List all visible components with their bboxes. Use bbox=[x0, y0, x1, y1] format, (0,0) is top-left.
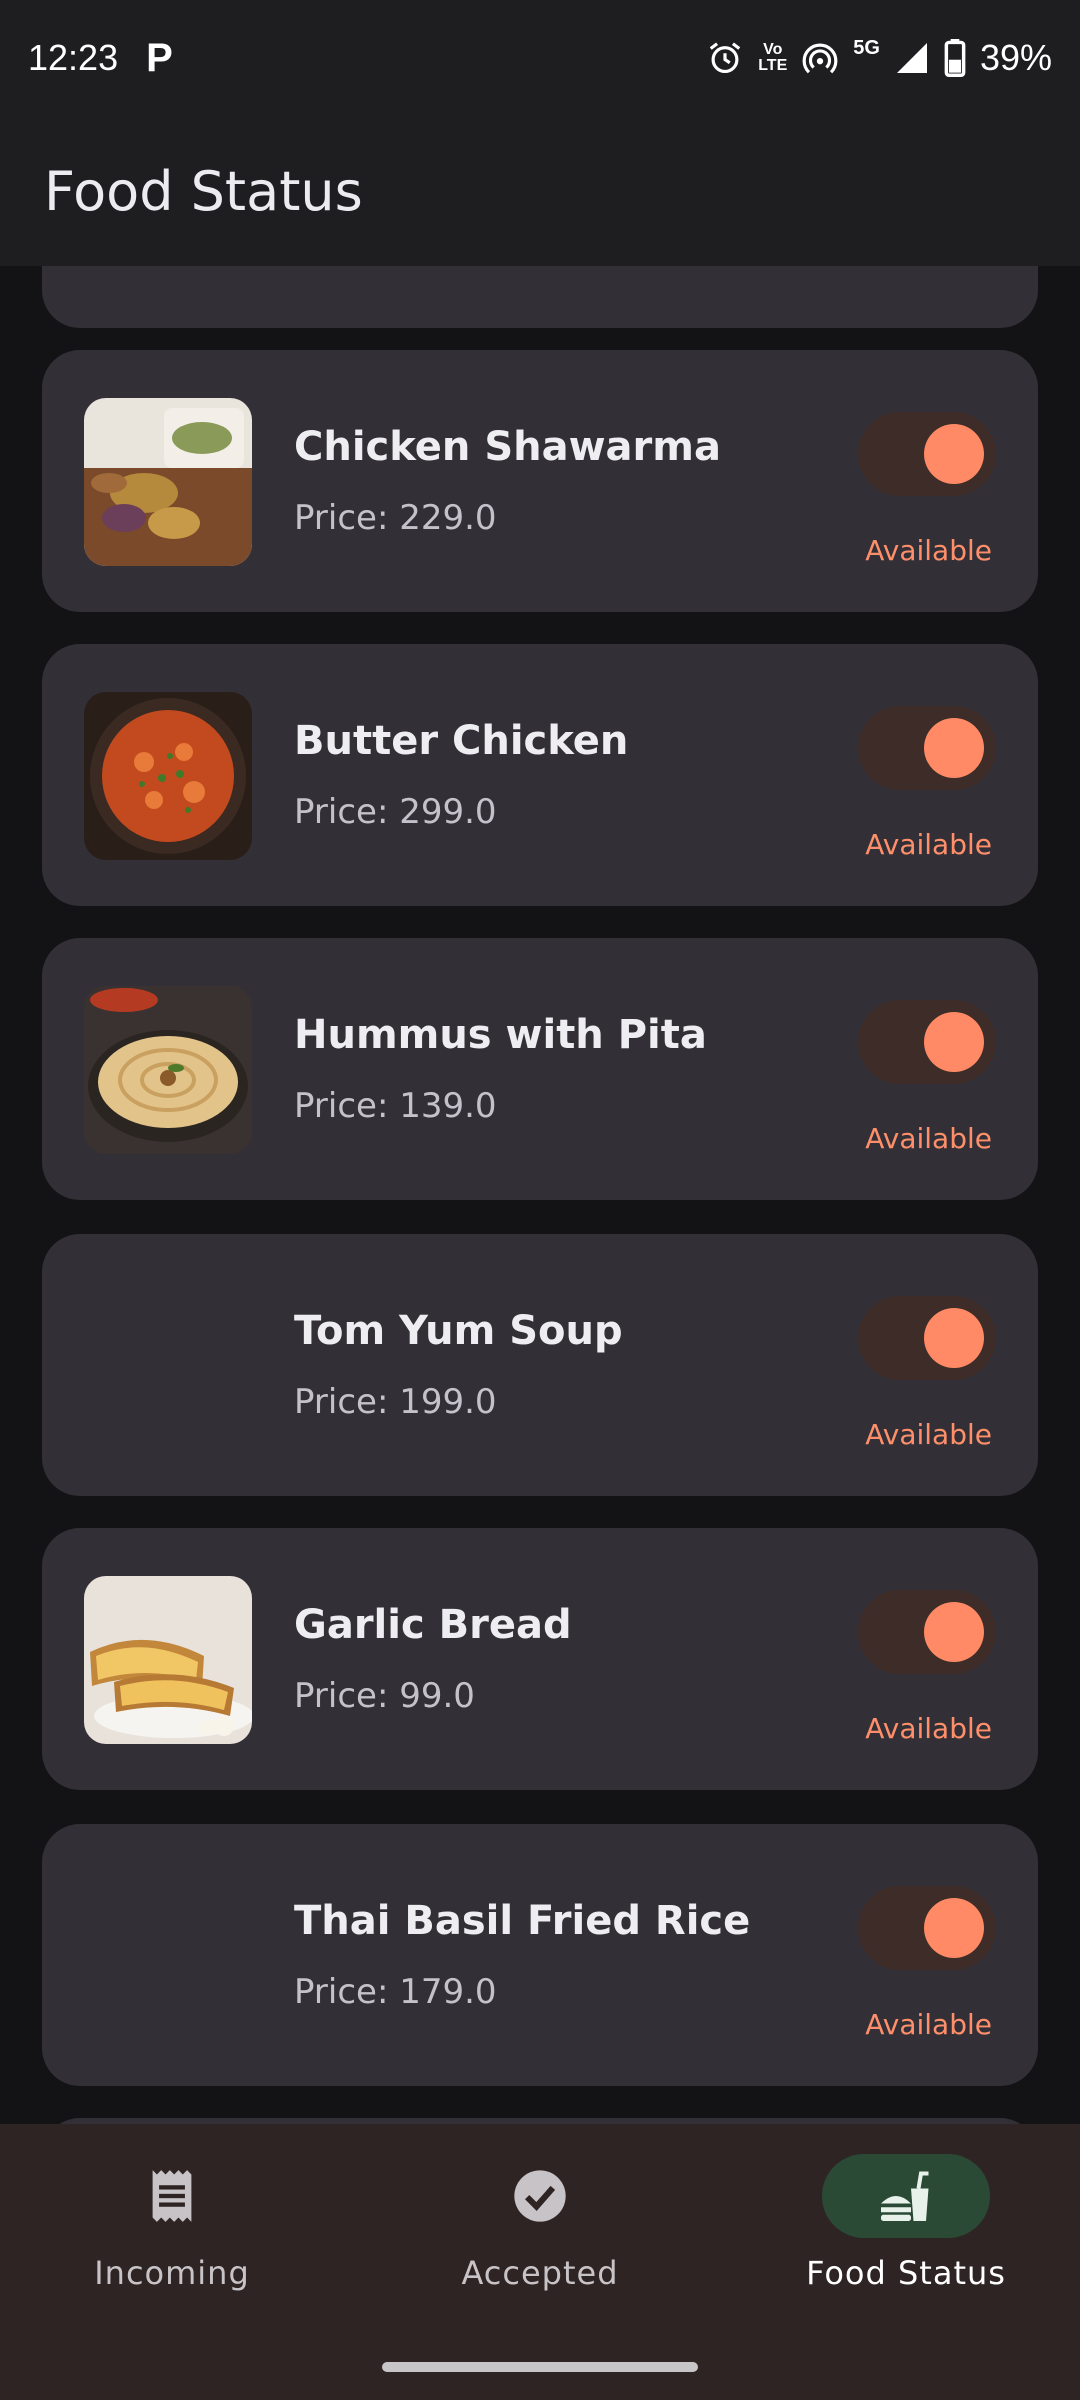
food-price: Price: 179.0 bbox=[294, 1972, 497, 2012]
food-name: Hummus with Pita bbox=[294, 1012, 707, 1058]
toggle-knob bbox=[924, 1308, 984, 1368]
availability-toggle[interactable] bbox=[858, 706, 996, 790]
status-bar: 12:23 P Vo LTE 5G 39% bbox=[0, 0, 1080, 116]
availability-toggle[interactable] bbox=[858, 1886, 996, 1970]
food-price: Price: 139.0 bbox=[294, 1086, 497, 1126]
food-card[interactable]: Tom Yum Soup Price: 199.0 Available bbox=[42, 1234, 1038, 1496]
nav-item-food-status[interactable]: Food Status bbox=[756, 2154, 1056, 2292]
parking-notification-icon: P bbox=[146, 35, 173, 80]
food-card[interactable]: Hummus with Pita Price: 139.0 Available bbox=[42, 938, 1038, 1200]
toggle-knob bbox=[924, 718, 984, 778]
food-price: Price: 99.0 bbox=[294, 1676, 475, 1716]
food-name: Tom Yum Soup bbox=[294, 1308, 623, 1354]
nav-label: Accepted bbox=[461, 2254, 619, 2292]
food-image-shawarma bbox=[84, 398, 252, 566]
availability-status: Available bbox=[865, 1418, 992, 1451]
nav-label: Incoming bbox=[94, 2254, 250, 2292]
hotspot-icon bbox=[801, 39, 839, 77]
availability-toggle[interactable] bbox=[858, 1590, 996, 1674]
nav-label: Food Status bbox=[806, 2254, 1006, 2292]
food-card-partial[interactable] bbox=[42, 266, 1038, 328]
volte-icon: Vo LTE bbox=[758, 41, 788, 74]
availability-toggle[interactable] bbox=[858, 412, 996, 496]
toggle-knob bbox=[924, 424, 984, 484]
availability-status: Available bbox=[865, 534, 992, 567]
check-circle-icon bbox=[456, 2154, 624, 2238]
page-title: Food Status bbox=[44, 159, 363, 223]
status-time: 12:23 bbox=[28, 37, 119, 78]
signal-icon bbox=[894, 40, 930, 76]
food-price: Price: 229.0 bbox=[294, 498, 497, 538]
bottom-navigation: Incoming Accepted Food Status bbox=[0, 2124, 1080, 2400]
food-name: Garlic Bread bbox=[294, 1602, 572, 1648]
nav-item-accepted[interactable]: Accepted bbox=[390, 2154, 690, 2292]
food-card[interactable]: Thai Basil Fried Rice Price: 179.0 Avail… bbox=[42, 1824, 1038, 2086]
receipt-icon bbox=[88, 2154, 256, 2238]
nav-item-incoming[interactable]: Incoming bbox=[22, 2154, 322, 2292]
food-card[interactable]: Garlic Bread Price: 99.0 Available bbox=[42, 1528, 1038, 1790]
battery-percent: 39% bbox=[979, 37, 1052, 78]
food-name: Thai Basil Fried Rice bbox=[294, 1898, 751, 1944]
food-card[interactable]: Chicken Shawarma Price: 229.0 Available bbox=[42, 350, 1038, 612]
home-indicator[interactable] bbox=[382, 2362, 698, 2372]
food-image-butter-chicken bbox=[84, 692, 252, 860]
food-price: Price: 299.0 bbox=[294, 792, 497, 832]
food-price: Price: 199.0 bbox=[294, 1382, 497, 1422]
availability-toggle[interactable] bbox=[858, 1296, 996, 1380]
food-card[interactable]: Butter Chicken Price: 299.0 Available bbox=[42, 644, 1038, 906]
app-bar: Food Status bbox=[0, 116, 1080, 266]
battery-icon bbox=[944, 39, 966, 77]
toggle-knob bbox=[924, 1602, 984, 1662]
availability-toggle[interactable] bbox=[858, 1000, 996, 1084]
food-name: Butter Chicken bbox=[294, 718, 629, 764]
food-name: Chicken Shawarma bbox=[294, 424, 721, 470]
toggle-knob bbox=[924, 1012, 984, 1072]
fastfood-icon bbox=[822, 2154, 990, 2238]
food-list[interactable]: Chicken Shawarma Price: 229.0 Available … bbox=[0, 266, 1080, 2124]
food-image-garlic-bread bbox=[84, 1576, 252, 1744]
availability-status: Available bbox=[865, 1712, 992, 1745]
toggle-knob bbox=[924, 1898, 984, 1958]
food-image-hummus bbox=[84, 986, 252, 1154]
alarm-icon bbox=[706, 39, 744, 77]
availability-status: Available bbox=[865, 2008, 992, 2041]
availability-status: Available bbox=[865, 1122, 992, 1155]
availability-status: Available bbox=[865, 828, 992, 861]
network-type: 5G bbox=[853, 36, 880, 59]
